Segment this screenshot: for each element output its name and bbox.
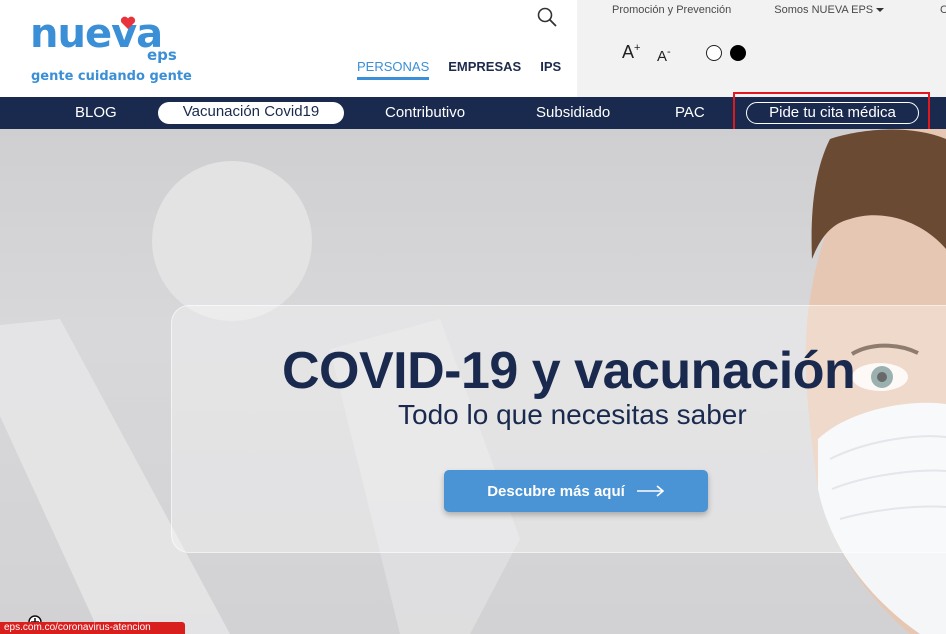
- hero-subtitle: Todo lo que necesitas saber: [398, 399, 747, 430]
- nav-pac[interactable]: PAC: [675, 97, 705, 129]
- arrow-right-icon: [636, 485, 665, 497]
- somos-dropdown[interactable]: Somos NUEVA EPS: [774, 4, 885, 16]
- logo-wordmark: nueva: [30, 11, 163, 57]
- tab-personas[interactable]: PERSONAS: [357, 59, 430, 80]
- font-up-label: A: [622, 42, 635, 62]
- font-increase-button[interactable]: A+: [622, 42, 640, 63]
- tab-ips[interactable]: IPS: [540, 59, 561, 80]
- hero-title: COVID-19 y vacunación: [282, 342, 856, 400]
- third-top-link[interactable]: C: [940, 4, 946, 16]
- nav-contributivo[interactable]: Contributivo: [385, 97, 465, 129]
- nav-subsidiado[interactable]: Subsidiado: [536, 97, 610, 129]
- top-links: Promoción y Prevención Somos NUEVA EPS: [612, 4, 924, 16]
- search-icon[interactable]: [537, 7, 557, 27]
- chevron-down-icon: [876, 8, 885, 13]
- contrast-light-button[interactable]: [706, 45, 722, 61]
- heart-icon: [120, 16, 136, 29]
- pide-cita-button[interactable]: Pide tu cita médica: [746, 102, 919, 124]
- nav-blog[interactable]: BLOG: [75, 97, 117, 129]
- font-down-label: A: [657, 48, 668, 65]
- descubre-button[interactable]: Descubre más aquí: [444, 470, 708, 512]
- promocion-link[interactable]: Promoción y Prevención: [612, 4, 731, 16]
- tab-empresas[interactable]: EMPRESAS: [448, 59, 521, 80]
- logo-tagline: gente cuidando gente: [31, 69, 192, 84]
- segment-nav: PERSONAS EMPRESAS IPS: [357, 59, 561, 80]
- font-decrease-button[interactable]: A-: [657, 46, 671, 65]
- descubre-label: Descubre más aquí: [487, 482, 625, 500]
- logo-eps: eps: [147, 46, 177, 64]
- nueva-eps-logo[interactable]: nueva eps gente cuidando gente: [30, 11, 192, 87]
- contrast-dark-button[interactable]: [730, 45, 746, 61]
- somos-label: Somos NUEVA EPS: [774, 4, 874, 16]
- status-bar-url: eps.com.co/coronavirus-atencion: [0, 622, 185, 634]
- site-header: nueva eps gente cuidando gente PERSONAS …: [0, 0, 946, 97]
- main-nav: BLOG Vacunación Covid19 Contributivo Sub…: [0, 97, 946, 129]
- nav-vacunacion[interactable]: Vacunación Covid19: [158, 102, 344, 124]
- font-down-sup: -: [667, 46, 671, 58]
- font-up-sup: +: [634, 42, 641, 54]
